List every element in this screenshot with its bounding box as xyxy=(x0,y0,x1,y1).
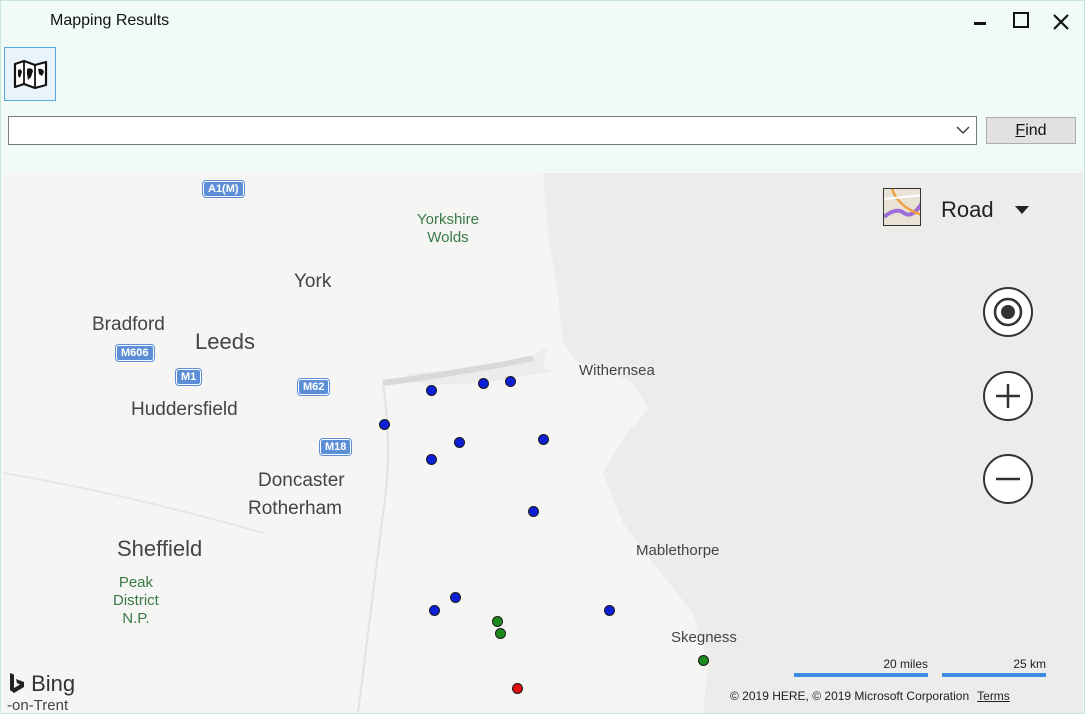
road-shield: M606 xyxy=(116,345,154,361)
locate-icon xyxy=(983,287,1033,337)
zoom-in-button[interactable] xyxy=(981,369,1035,423)
map-view-button[interactable] xyxy=(4,47,56,101)
map-type-selector[interactable]: Road xyxy=(883,188,1043,230)
mapping-results-window: Mapping Results Find York Bradford Leeds… xyxy=(0,0,1085,714)
park-label: Yorkshire Wolds xyxy=(417,211,479,246)
minus-icon xyxy=(983,454,1033,504)
scale-bar-km: 25 km xyxy=(942,657,1046,677)
locate-me-button[interactable] xyxy=(981,285,1035,339)
map-copyright: © 2019 HERE, © 2019 Microsoft Corporatio… xyxy=(730,689,1010,703)
green-map-marker[interactable] xyxy=(698,655,709,666)
chevron-down-icon[interactable] xyxy=(956,125,970,135)
place-label: Leeds xyxy=(195,329,255,354)
scale-bar-miles: 20 miles xyxy=(794,657,928,677)
place-label: Doncaster xyxy=(258,470,345,491)
location-search-combobox[interactable] xyxy=(8,116,977,145)
place-label: Mablethorpe xyxy=(636,542,720,559)
place-label: York xyxy=(294,271,332,292)
find-button[interactable]: Find xyxy=(986,117,1076,144)
place-label: Skegness xyxy=(671,629,737,646)
caret-down-icon xyxy=(1015,206,1029,214)
bing-logo: Bing xyxy=(9,671,75,697)
red-map-marker[interactable] xyxy=(512,683,523,694)
place-label: Rotherham xyxy=(248,498,342,519)
place-label: -on-Trent xyxy=(7,697,69,713)
blue-map-marker[interactable] xyxy=(454,437,465,448)
map-icon xyxy=(13,59,48,90)
close-icon xyxy=(1053,14,1069,30)
bing-logo-icon xyxy=(10,673,24,693)
place-label: Bradford xyxy=(92,314,165,335)
green-map-marker[interactable] xyxy=(495,628,506,639)
map-view[interactable]: York Bradford Leeds Huddersfield Doncast… xyxy=(3,173,1083,713)
plus-icon xyxy=(983,371,1033,421)
blue-map-marker[interactable] xyxy=(528,506,539,517)
blue-map-marker[interactable] xyxy=(538,434,549,445)
maximize-button[interactable] xyxy=(1007,9,1037,35)
place-label: Huddersfield xyxy=(131,399,238,420)
road-shield: M62 xyxy=(298,379,330,395)
place-label: Withernsea xyxy=(579,362,655,379)
road-shield: M18 xyxy=(320,439,352,455)
blue-map-marker[interactable] xyxy=(426,385,437,396)
minimize-button[interactable] xyxy=(965,9,995,35)
scale-bar-line xyxy=(942,673,1046,677)
road-shield: M1 xyxy=(176,369,202,385)
blue-map-marker[interactable] xyxy=(379,419,390,430)
road-map-thumbnail-icon xyxy=(883,188,921,226)
zoom-out-button[interactable] xyxy=(981,452,1035,506)
map-type-label: Road xyxy=(941,197,994,222)
title-bar: Mapping Results xyxy=(1,1,1084,41)
blue-map-marker[interactable] xyxy=(429,605,440,616)
road-shield: A1(M) xyxy=(203,181,244,197)
blue-map-marker[interactable] xyxy=(450,592,461,603)
scale-bar-line xyxy=(794,673,928,677)
blue-map-marker[interactable] xyxy=(426,454,437,465)
terms-link[interactable]: Terms xyxy=(977,689,1010,703)
window-title: Mapping Results xyxy=(50,12,170,29)
park-label: Peak District N.P. xyxy=(113,574,159,627)
blue-map-marker[interactable] xyxy=(478,378,489,389)
place-label: Sheffield xyxy=(117,536,203,561)
green-map-marker[interactable] xyxy=(492,616,503,627)
close-button[interactable] xyxy=(1046,9,1076,35)
blue-map-marker[interactable] xyxy=(604,605,615,616)
blue-map-marker[interactable] xyxy=(505,376,516,387)
